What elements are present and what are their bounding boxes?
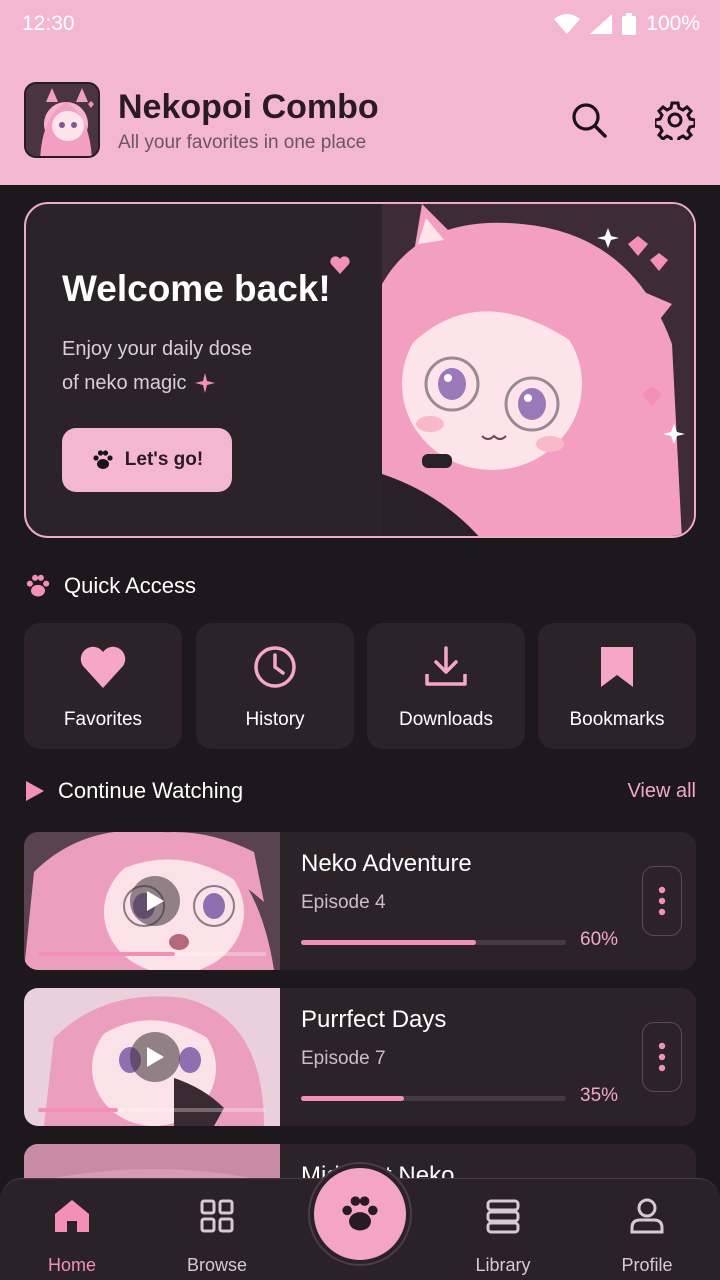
quick-access-label: Downloads — [399, 709, 493, 730]
quick-access-favorites[interactable]: Favorites — [24, 623, 182, 749]
heart-decoration-icon — [330, 256, 350, 274]
gear-icon — [655, 101, 695, 140]
thumbnail-progress-fill — [38, 952, 175, 956]
play-button[interactable] — [130, 876, 180, 926]
more-options-button[interactable] — [642, 866, 682, 936]
play-icon — [147, 891, 164, 911]
nav-profile[interactable]: Profile — [597, 1197, 697, 1276]
status-time: 12:30 — [22, 12, 75, 35]
nav-label: Profile — [621, 1255, 673, 1275]
more-vertical-icon — [658, 886, 666, 916]
nav-label: Browse — [186, 1255, 248, 1275]
quick-access-bookmarks[interactable]: Bookmarks — [538, 623, 696, 749]
settings-button[interactable] — [653, 98, 697, 142]
thumbnail-progress-track — [38, 1108, 266, 1112]
progress-percent: 35% — [580, 1085, 619, 1106]
welcome-subtitle: Enjoy your daily dose of neko magic — [62, 332, 362, 400]
welcome-subtitle-line2: of neko magic — [62, 372, 187, 394]
battery-percent: 100% — [646, 12, 700, 35]
more-options-button[interactable] — [642, 1022, 682, 1092]
show-title: Neko Adventure — [301, 850, 472, 877]
continue-watching-title: Continue Watching — [58, 778, 244, 803]
stack-icon — [486, 1199, 520, 1234]
quick-access-downloads[interactable]: Downloads — [367, 623, 525, 749]
app-logo — [24, 82, 100, 158]
status-icons: 100% — [554, 12, 700, 36]
view-all-link[interactable]: View all — [627, 780, 696, 803]
quick-access-title: Quick Access — [64, 573, 197, 598]
signal-icon — [590, 14, 613, 34]
nav-label: Home — [47, 1255, 96, 1275]
welcome-title: Welcome back! — [62, 268, 331, 309]
play-triangle-icon — [26, 781, 44, 801]
status-bar: 12:30 100% — [0, 0, 720, 48]
progress-track — [301, 1096, 566, 1101]
progress-fill — [301, 1096, 405, 1101]
lets-go-button[interactable]: Let's go! — [62, 428, 232, 492]
search-button[interactable] — [567, 98, 611, 142]
bookmark-icon — [601, 647, 633, 687]
nav-browse[interactable]: Browse — [167, 1197, 267, 1276]
quick-access-history[interactable]: History — [196, 623, 354, 749]
home-icon — [55, 1200, 89, 1232]
continue-watching-item[interactable]: Neko Adventure Episode 4 60% — [24, 832, 696, 970]
play-button[interactable] — [130, 1032, 180, 1082]
sparkle-icon — [194, 373, 215, 393]
heart-icon — [80, 646, 126, 688]
lets-go-label: Let's go! — [124, 449, 204, 470]
thumbnail-progress-fill — [38, 1108, 118, 1112]
episode-thumbnail — [24, 988, 280, 1126]
welcome-subtitle-line1: Enjoy your daily dose — [62, 338, 253, 360]
paw-fab-button[interactable] — [310, 1164, 410, 1264]
episode-thumbnail — [24, 832, 280, 970]
thumbnail-progress-track — [38, 952, 266, 956]
progress-percent: 60% — [580, 929, 619, 950]
episode-label: Episode 7 — [301, 1048, 386, 1069]
paw-icon — [93, 450, 113, 469]
quick-access-label: History — [245, 709, 305, 730]
progress-fill — [301, 940, 476, 945]
nav-home[interactable]: Home — [22, 1197, 122, 1276]
hero-character-illustration — [382, 204, 694, 536]
episode-label: Episode 4 — [301, 892, 386, 913]
welcome-card: Welcome back! Enjoy your daily dose of n… — [24, 202, 696, 538]
paw-icon — [26, 574, 50, 597]
user-icon — [630, 1198, 664, 1234]
quick-access-header: Quick Access — [24, 572, 196, 600]
paw-icon — [342, 1196, 378, 1231]
battery-icon — [622, 13, 637, 35]
continue-watching-item[interactable]: Purrfect Days Episode 7 35% — [24, 988, 696, 1126]
grid-icon — [200, 1199, 234, 1233]
nav-library[interactable]: Library — [453, 1197, 553, 1276]
search-icon — [572, 103, 607, 138]
app-subtitle: All your favorites in one place — [118, 132, 367, 153]
quick-access-label: Favorites — [63, 709, 143, 730]
progress-track — [301, 940, 566, 945]
more-vertical-icon — [658, 1042, 666, 1072]
app-header: 12:30 100% Nekopoi Combo All your favori… — [0, 0, 720, 185]
download-icon — [425, 646, 467, 686]
show-title: Purrfect Days — [301, 1006, 447, 1033]
continue-watching-header: Continue Watching — [24, 778, 243, 804]
play-icon — [147, 1047, 164, 1067]
clock-icon — [254, 646, 296, 688]
nav-label: Library — [475, 1255, 531, 1275]
app-title: Nekopoi Combo — [118, 88, 379, 126]
quick-access-label: Bookmarks — [569, 709, 665, 730]
wifi-icon — [554, 14, 581, 34]
